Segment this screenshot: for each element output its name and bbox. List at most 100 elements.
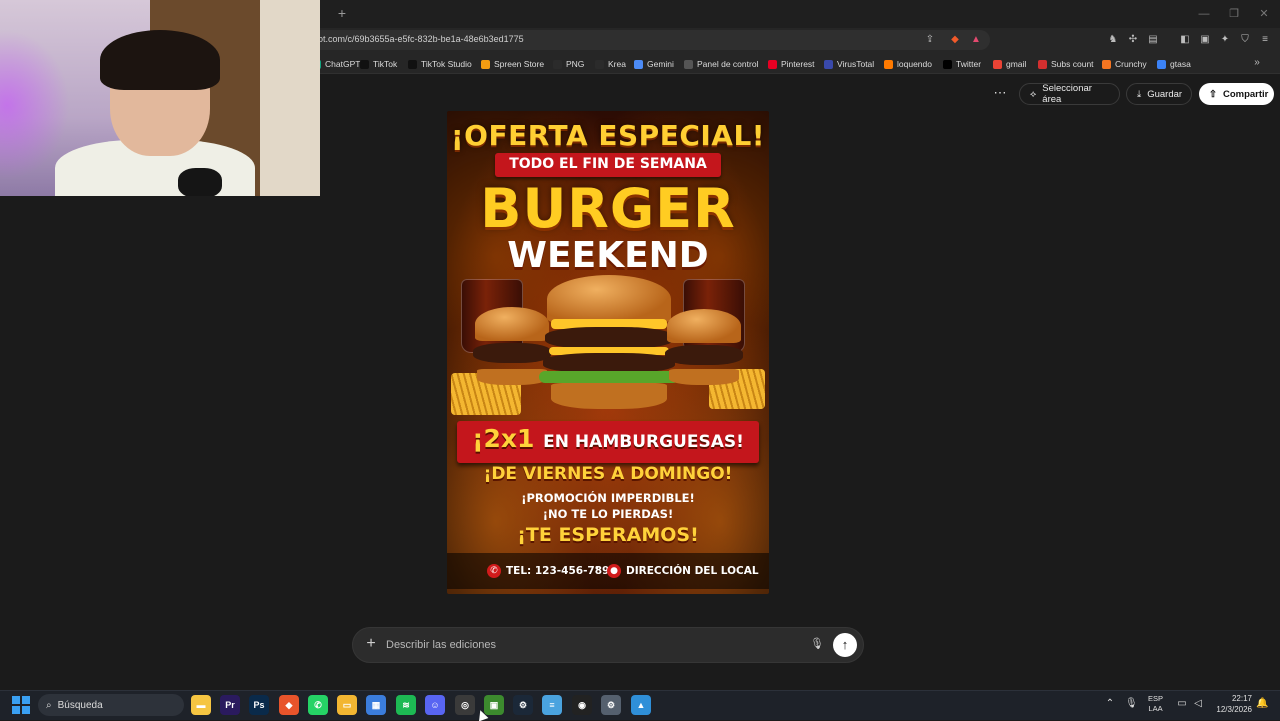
bookmark-favicon-icon	[884, 59, 893, 69]
taskbar-app-photoshop[interactable]: Ps	[249, 695, 269, 715]
taskbar-app-steam[interactable]: ⚙	[513, 695, 533, 715]
bookmark-favicon-icon	[824, 59, 833, 69]
poster-address: ● DIRECCIÓN DEL LOCAL	[607, 564, 759, 578]
windows-start-icon[interactable]	[12, 696, 30, 714]
brave-rewards-icon[interactable]: ▲	[969, 33, 983, 47]
bookmark-label: PNG	[566, 59, 585, 69]
tray-microphone-icon[interactable]: 🎙	[1125, 698, 1138, 710]
language-indicator[interactable]: ESP LAA	[1148, 694, 1163, 714]
taskbar-app-discord[interactable]: ☺	[425, 695, 445, 715]
taskbar-app-photos[interactable]: ▲	[631, 695, 651, 715]
bookmark-label: Twitter	[956, 59, 982, 69]
bookmark-item[interactable]: Crunchy	[1102, 57, 1147, 71]
maximize-icon[interactable]: ❐	[1226, 6, 1242, 22]
volume-icon[interactable]: ◁	[1192, 698, 1204, 710]
bookmark-item[interactable]: Gemini	[634, 57, 674, 71]
bookmark-label: loquendo	[897, 59, 932, 69]
bookmark-item[interactable]: Subs count	[1038, 57, 1094, 71]
bookmark-label: Krea	[608, 59, 626, 69]
share-button[interactable]: ⇧ Compartir	[1199, 83, 1274, 105]
bookmark-favicon-icon	[684, 59, 693, 69]
chevron-more-icon[interactable]: »	[1250, 56, 1264, 70]
select-area-button[interactable]: ⟡ Seleccionar área	[1019, 83, 1120, 105]
bookmark-item[interactable]: gtasa	[1157, 57, 1191, 71]
clock-date: 12/3/2026	[1216, 705, 1252, 714]
share-page-icon[interactable]: ⇪	[923, 33, 937, 47]
taskbar-app-whatsapp[interactable]: ✆	[308, 695, 328, 715]
leo-ai-icon[interactable]: ✦	[1218, 33, 1232, 47]
save-button[interactable]: ⤓ Guardar	[1126, 83, 1192, 105]
bookmark-favicon-icon	[634, 59, 643, 69]
new-tab-button[interactable]: +	[334, 5, 350, 21]
bookmark-favicon-icon	[595, 59, 604, 69]
bookmark-favicon-icon	[993, 59, 1002, 69]
bookmark-item[interactable]: Krea	[595, 57, 626, 71]
location-pin-icon: ●	[607, 564, 621, 578]
search-icon: ⌕	[46, 699, 52, 711]
bookmark-item[interactable]: VirusTotal	[824, 57, 874, 71]
brave-shields-icon[interactable]: ◆	[948, 33, 962, 47]
share-label: Compartir	[1222, 88, 1269, 100]
taskbar-app-folder[interactable]: ▭	[337, 695, 357, 715]
tray-chevron-up-icon[interactable]: ⌃	[1104, 698, 1116, 710]
microphone-icon[interactable]: 🎙	[810, 637, 824, 651]
bookmark-label: Gemini	[647, 59, 674, 69]
bookmark-item[interactable]: gmail	[993, 57, 1026, 71]
taskbar-app-file-explorer[interactable]: ▬	[191, 695, 211, 715]
puzzle-icon[interactable]: ✣	[1126, 33, 1140, 47]
sidebar-icon[interactable]: ◧	[1178, 33, 1192, 47]
keyboard-layout: LAA	[1148, 704, 1163, 713]
select-area-label: Seleccionar área	[1042, 83, 1092, 105]
bookmark-favicon-icon	[768, 59, 777, 69]
menu-icon[interactable]: ≡	[1258, 33, 1272, 47]
poster-closing: ¡TE ESPERAMOS!	[517, 524, 699, 546]
network-icon[interactable]: ▭	[1176, 698, 1188, 710]
taskbar-app-brave[interactable]: ◆	[279, 695, 299, 715]
bookmark-item[interactable]: loquendo	[884, 57, 932, 71]
bookmark-label: Pinterest	[781, 59, 815, 69]
poster-burger-center-lettuce	[539, 371, 679, 383]
more-options-button[interactable]: ⋯	[992, 86, 1008, 102]
download-icon: ⤓	[1137, 88, 1142, 100]
bookmark-item[interactable]: TikTok	[360, 57, 397, 71]
clock-time: 22:17	[1231, 694, 1252, 703]
taskbar-app-spotify[interactable]: ≋	[396, 695, 416, 715]
webcam-microphone	[178, 168, 222, 196]
taskbar-app-settings[interactable]: ⚙	[601, 695, 621, 715]
taskbar-app-obs[interactable]: ◉	[572, 695, 592, 715]
edit-prompt-input[interactable]	[386, 634, 796, 656]
taskbar-search[interactable]: ⌕ Búsqueda	[38, 694, 184, 716]
url-text[interactable]: ot.com/c/69b3655a-e5fc-832b-be1a-48e6b3e…	[318, 34, 524, 44]
webcam-shelf-right	[260, 0, 320, 196]
bookmark-item[interactable]: Panel de control	[684, 57, 758, 71]
bookmark-label: TikTok	[373, 59, 398, 69]
close-icon[interactable]: ✕	[1256, 6, 1272, 22]
bookmark-item[interactable]: Spreen Store	[481, 57, 544, 71]
poster-separator: •	[595, 562, 599, 574]
tab-search-icon[interactable]: ▤	[1146, 33, 1160, 47]
bookmark-label: Spreen Store	[494, 59, 545, 69]
bookmark-item[interactable]: Twitter	[943, 57, 981, 71]
taskbar-app-notepad[interactable]: ≡	[542, 695, 562, 715]
minimize-icon[interactable]: —	[1196, 6, 1212, 22]
taskbar-app-minecraft[interactable]: ▣	[484, 695, 504, 715]
generated-poster-image[interactable]: ¡OFERTA ESPECIAL! TODO EL FIN DE SEMANA …	[447, 111, 769, 594]
taskbar-app-premiere[interactable]: Pr	[220, 695, 240, 715]
system-clock[interactable]: 22:17 12/3/2026	[1208, 693, 1252, 715]
taskbar-app-chrome[interactable]: ◎	[455, 695, 475, 715]
bookmark-item[interactable]: TikTok Studio	[408, 57, 472, 71]
poster-address-text: DIRECCIÓN DEL LOCAL	[626, 565, 759, 577]
bookmark-label: VirusTotal	[837, 59, 875, 69]
vpn-icon[interactable]: ⛉	[1238, 33, 1252, 47]
taskbar-app-store[interactable]: ▦	[366, 695, 386, 715]
poster-days: ¡DE VIERNES A DOMINGO!	[483, 464, 733, 484]
wallet-icon[interactable]: ▣	[1198, 33, 1212, 47]
add-attachment-button[interactable]: +	[364, 636, 378, 652]
bookmark-item[interactable]: Pinterest	[768, 57, 815, 71]
poster-offer-rest: EN HAMBURGUESAS!	[543, 432, 744, 452]
send-button[interactable]: ↑	[833, 633, 857, 657]
extension-icon[interactable]: ♞	[1106, 33, 1120, 47]
bookmark-item[interactable]: PNG	[553, 57, 584, 71]
notification-bell-icon[interactable]: 🔔	[1256, 698, 1268, 710]
poster-burger-left-bottom	[477, 369, 547, 385]
